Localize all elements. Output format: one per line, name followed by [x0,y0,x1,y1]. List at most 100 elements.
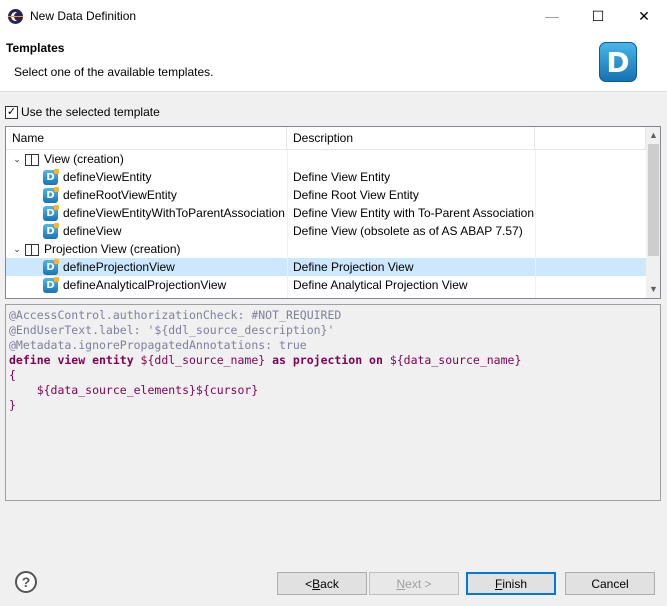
checkbox-box[interactable]: ✓ [5,105,18,119]
table-row[interactable]: DdefineViewEntity Define View Entity [6,168,646,186]
cell-name: DdefineViewEntityWithToParentAssociation [6,204,287,222]
title-bar: New Data Definition — ☐ ✕ [0,0,667,32]
table-group-row[interactable]: ⌄ Projection View (creation) [6,240,646,258]
cell-filler [535,186,646,204]
finish-mnemonic: F [494,576,503,591]
use-template-label: Use the selected template [21,105,160,119]
cell-filler [535,168,646,186]
table-row[interactable]: DdefineView Define View (obsolete as of A… [6,222,646,240]
back-button[interactable]: < Back [277,572,367,595]
chevron-down-icon[interactable]: ⌄ [12,154,22,165]
row-name-label: defineViewEntityWithToParentAssociation [63,206,285,220]
help-icon[interactable]: ? [15,571,37,593]
table-row[interactable]: DdefineRootViewEntity Define Root View En… [6,186,646,204]
back-mnemonic: B [312,576,321,591]
data-definition-logo-icon: D [599,42,637,82]
cell-filler [535,150,646,168]
cell-name: DdefineView [6,222,287,240]
minimize-button[interactable]: — [529,0,575,32]
column-header-description[interactable]: Description [287,127,535,150]
row-name-label: defineViewEntity [63,170,152,184]
cell-filler [535,294,646,298]
use-template-checkbox[interactable]: ✓ Use the selected template [5,104,160,120]
ddl-template-icon: D [43,222,59,239]
cell-filler [535,240,646,258]
table-row[interactable]: DdefineProjectionView Define Projection V… [6,258,646,276]
ddl-template-icon: D [43,258,59,275]
table-group-row[interactable]: ⌄ View (creation) [6,150,646,168]
code-line: ${data_source_elements}${cursor} [9,383,657,398]
wizard-header: Templates Select one of the available te… [0,32,667,92]
cell-description [287,240,535,258]
cancel-button[interactable]: Cancel [565,572,655,595]
cell-filler [535,276,646,294]
column-header-filler [535,127,646,150]
book-icon [25,297,39,298]
cell-description: Define Projection View [287,258,535,276]
next-rest: ext > [405,576,432,591]
column-header-name[interactable]: Name [6,127,287,150]
code-token: @Metadata.ignorePropagatedAnnotations: t… [9,338,307,352]
code-token: ${ddl_source_name} [133,353,273,367]
code-token: ${data_source_elements}${cursor} [9,383,259,397]
ddl-template-icon: D [43,186,59,203]
cell-description: Define Root View Entity [287,186,535,204]
cell-description: Define View (obsolete as of AS ABAP 7.57… [287,222,535,240]
code-line: @Metadata.ignorePropagatedAnnotations: t… [9,338,657,353]
maximize-button[interactable]: ☐ [575,0,621,32]
cell-name: DdefineProjectionView [6,258,287,276]
chevron-down-icon[interactable]: ⌄ [12,298,22,299]
table-row[interactable]: DdefineViewEntityWithToParentAssociation… [6,204,646,222]
chevron-down-icon[interactable]: ⌄ [12,244,22,255]
code-line: @AccessControl.authorizationCheck: #NOT_… [9,308,657,323]
vertical-scrollbar[interactable]: ▲ ▼ [646,127,660,298]
back-prefix: < [305,576,313,591]
back-rest: ack [320,576,339,591]
table-row[interactable]: DdefineAnalyticalProjectionView Define An… [6,276,646,294]
row-name-label: defineView [63,224,122,238]
scroll-thumb[interactable] [648,144,659,256]
page-title: Templates [6,41,65,55]
book-icon [25,153,39,166]
cell-filler [535,204,646,222]
code-token: } [9,398,16,412]
cell-filler [535,222,646,240]
scroll-up-arrow-icon[interactable]: ▲ [646,127,660,144]
cell-name: DdefineAnalyticalProjectionView [6,276,287,294]
row-name-label: View (creation) [44,152,124,166]
window-title: New Data Definition [30,9,137,23]
close-button[interactable]: ✕ [621,0,667,32]
cell-name: ⌄ View (creation) [6,150,287,168]
code-token: @EndUserText.label: '${ddl_source_descri… [9,323,335,337]
table-group-row[interactable]: ⌄ View Extend (creation) [6,294,646,299]
row-name-label: defineRootViewEntity [63,188,177,202]
next-button[interactable]: Next > [369,572,459,595]
ddl-template-icon: D [43,276,59,293]
template-preview[interactable]: @AccessControl.authorizationCheck: #NOT_… [5,304,661,501]
ddl-template-icon: D [43,204,59,221]
cell-description [287,150,535,168]
eclipse-app-icon [8,9,23,24]
cell-name: ⌄ View Extend (creation) [6,294,287,299]
templates-table[interactable]: Name Description ⌄ View (creation) Ddefine… [5,126,661,299]
row-name-label: View Extend (creation) [44,296,165,298]
row-name-label: defineAnalyticalProjectionView [63,278,227,292]
finish-button[interactable]: Finish [466,572,556,595]
code-token: as projection on [272,353,383,367]
code-token: @AccessControl.authorizationCheck: #NOT_… [9,308,342,322]
cell-description: Define Analytical Projection View [287,276,535,294]
code-token: ${data_source_name} [382,353,522,367]
table-body: ⌄ View (creation) DdefineViewEntity Define … [6,150,646,299]
code-line: { [9,368,657,383]
scroll-down-arrow-icon[interactable]: ▼ [646,281,660,298]
cell-filler [535,258,646,276]
code-token: define view entity [9,353,134,367]
table-header: Name Description [6,127,646,150]
cell-name: DdefineViewEntity [6,168,287,186]
cell-name: ⌄ Projection View (creation) [6,240,287,258]
code-token: { [9,368,16,382]
cell-description [287,294,535,298]
finish-rest: inish [502,576,528,591]
row-name-label: Projection View (creation) [44,242,181,256]
code-line: define view entity ${ddl_source_name} as… [9,353,657,368]
